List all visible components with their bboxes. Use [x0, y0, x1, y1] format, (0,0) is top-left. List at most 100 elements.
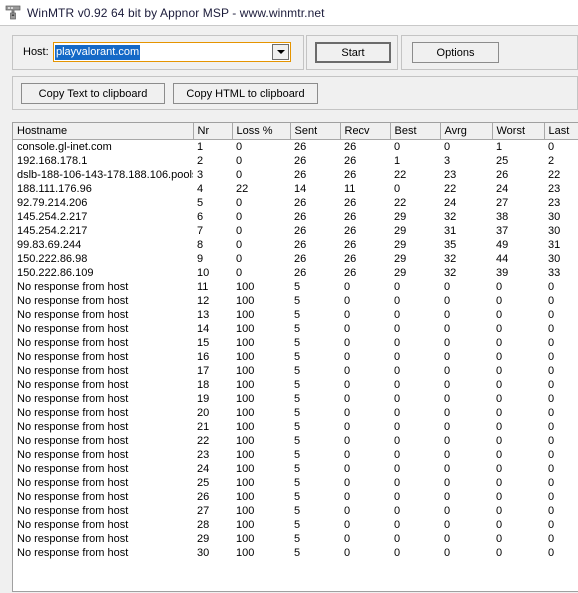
chevron-down-icon[interactable] — [272, 44, 289, 60]
table-row[interactable]: No response from host 11 100 5 0 0 0 0 0 — [13, 279, 578, 294]
host-combobox[interactable]: playvalorant.com — [53, 42, 291, 62]
cell-sent: 5 — [290, 349, 340, 364]
window-title: WinMTR v0.92 64 bit by Appnor MSP - www.… — [27, 5, 325, 20]
cell-worst: 44 — [492, 251, 544, 266]
table-row[interactable]: No response from host 24 100 5 0 0 0 0 0 — [13, 461, 578, 476]
cell-best: 0 — [390, 503, 440, 518]
cell-sent: 5 — [290, 293, 340, 308]
column-header-worst[interactable]: Worst — [492, 123, 545, 140]
column-header-last[interactable]: Last — [544, 123, 578, 140]
options-button[interactable]: Options — [412, 42, 499, 63]
table-row[interactable]: 145.254.2.217 6 0 26 26 29 32 38 30 — [13, 209, 578, 224]
cell-avrg: 35 — [440, 237, 492, 252]
cell-recv: 0 — [340, 293, 390, 308]
table-row[interactable]: No response from host 27 100 5 0 0 0 0 0 — [13, 503, 578, 518]
table-row[interactable]: dslb-188-106-143-178.188.106.pools... 3 0 2… — [13, 167, 578, 182]
cell-last: 23 — [544, 181, 578, 196]
column-header-avrg[interactable]: Avrg — [440, 123, 493, 140]
cell-worst: 0 — [492, 489, 544, 504]
cell-worst: 0 — [492, 419, 544, 434]
table-row[interactable]: No response from host 30 100 5 0 0 0 0 0 — [13, 545, 578, 560]
cell-best: 29 — [390, 237, 440, 252]
column-header-loss[interactable]: Loss % — [232, 123, 291, 140]
table-row[interactable]: No response from host 28 100 5 0 0 0 0 0 — [13, 517, 578, 532]
cell-last: 0 — [544, 307, 578, 322]
cell-worst: 0 — [492, 461, 544, 476]
table-row[interactable]: No response from host 13 100 5 0 0 0 0 0 — [13, 307, 578, 322]
cell-hostname: No response from host — [13, 391, 193, 406]
table-row[interactable]: No response from host 19 100 5 0 0 0 0 0 — [13, 391, 578, 406]
cell-nr: 21 — [193, 419, 232, 434]
cell-hostname: 150.222.86.109 — [13, 265, 193, 280]
table-row[interactable]: No response from host 20 100 5 0 0 0 0 0 — [13, 405, 578, 420]
cell-nr: 27 — [193, 503, 232, 518]
table-row[interactable]: No response from host 25 100 5 0 0 0 0 0 — [13, 475, 578, 490]
table-row[interactable]: 188.111.176.96 4 22 14 11 0 22 24 23 — [13, 181, 578, 196]
table-row[interactable]: No response from host 15 100 5 0 0 0 0 0 — [13, 335, 578, 350]
table-row[interactable]: No response from host 23 100 5 0 0 0 0 0 — [13, 447, 578, 462]
column-header-recv[interactable]: Recv — [340, 123, 391, 140]
cell-worst: 0 — [492, 545, 544, 560]
cell-loss: 100 — [232, 461, 290, 476]
table-row[interactable]: No response from host 22 100 5 0 0 0 0 0 — [13, 433, 578, 448]
cell-nr: 12 — [193, 293, 232, 308]
table-row[interactable]: No response from host 12 100 5 0 0 0 0 0 — [13, 293, 578, 308]
table-row[interactable]: 92.79.214.206 5 0 26 26 22 24 27 23 — [13, 195, 578, 210]
table-row[interactable]: No response from host 16 100 5 0 0 0 0 0 — [13, 349, 578, 364]
table-row[interactable]: 150.222.86.109 10 0 26 26 29 32 39 33 — [13, 265, 578, 280]
cell-hostname: No response from host — [13, 545, 193, 560]
cell-avrg: 0 — [440, 461, 492, 476]
table-row[interactable]: 145.254.2.217 7 0 26 26 29 31 37 30 — [13, 223, 578, 238]
table-row[interactable]: 150.222.86.98 9 0 26 26 29 32 44 30 — [13, 251, 578, 266]
table-row[interactable]: No response from host 14 100 5 0 0 0 0 0 — [13, 321, 578, 336]
column-header-nr[interactable]: Nr — [193, 123, 233, 140]
copy-html-to-clipboard-button[interactable]: Copy HTML to clipboard — [173, 83, 318, 104]
cell-nr: 9 — [193, 251, 232, 266]
copy-text-to-clipboard-button[interactable]: Copy Text to clipboard — [21, 83, 165, 104]
cell-hostname: No response from host — [13, 517, 193, 532]
table-row[interactable]: console.gl-inet.com 1 0 26 26 0 0 1 0 — [13, 139, 578, 154]
cell-best: 0 — [390, 447, 440, 462]
cell-loss: 100 — [232, 391, 290, 406]
cell-loss: 100 — [232, 293, 290, 308]
cell-best: 0 — [390, 517, 440, 532]
cell-loss: 100 — [232, 475, 290, 490]
cell-loss: 100 — [232, 503, 290, 518]
cell-worst: 0 — [492, 433, 544, 448]
table-row[interactable]: 192.168.178.1 2 0 26 26 1 3 25 2 — [13, 153, 578, 168]
table-row[interactable]: 99.83.69.244 8 0 26 26 29 35 49 31 — [13, 237, 578, 252]
cell-sent: 5 — [290, 433, 340, 448]
cell-worst: 0 — [492, 307, 544, 322]
cell-recv: 0 — [340, 321, 390, 336]
table-row[interactable]: No response from host 26 100 5 0 0 0 0 0 — [13, 489, 578, 504]
table-row[interactable]: No response from host 17 100 5 0 0 0 0 0 — [13, 363, 578, 378]
cell-avrg: 3 — [440, 153, 492, 168]
table-row[interactable]: No response from host 18 100 5 0 0 0 0 0 — [13, 377, 578, 392]
cell-loss: 0 — [232, 139, 290, 154]
client-area: Host: playvalorant.com Start Options Cop… — [0, 25, 578, 593]
cell-nr: 20 — [193, 405, 232, 420]
cell-recv: 26 — [340, 209, 390, 224]
table-row[interactable]: No response from host 21 100 5 0 0 0 0 0 — [13, 419, 578, 434]
cell-recv: 0 — [340, 377, 390, 392]
traceroute-listview[interactable]: Hostname Nr Loss % Sent Recv Best Avrg W… — [12, 122, 578, 592]
table-row[interactable]: No response from host 29 100 5 0 0 0 0 0 — [13, 531, 578, 546]
cell-best: 0 — [390, 363, 440, 378]
host-input-value[interactable]: playvalorant.com — [55, 44, 141, 60]
cell-recv: 26 — [340, 237, 390, 252]
cell-hostname: No response from host — [13, 279, 193, 294]
cell-last: 0 — [544, 139, 578, 154]
column-header-sent[interactable]: Sent — [290, 123, 341, 140]
cell-sent: 5 — [290, 377, 340, 392]
cell-nr: 7 — [193, 223, 232, 238]
cell-worst: 24 — [492, 181, 544, 196]
column-header-best[interactable]: Best — [390, 123, 441, 140]
cell-best: 0 — [390, 419, 440, 434]
cell-hostname: No response from host — [13, 293, 193, 308]
cell-loss: 0 — [232, 195, 290, 210]
column-header-hostname[interactable]: Hostname — [13, 123, 194, 140]
cell-avrg: 23 — [440, 167, 492, 182]
cell-loss: 100 — [232, 447, 290, 462]
cell-best: 0 — [390, 531, 440, 546]
start-button[interactable]: Start — [315, 42, 391, 63]
